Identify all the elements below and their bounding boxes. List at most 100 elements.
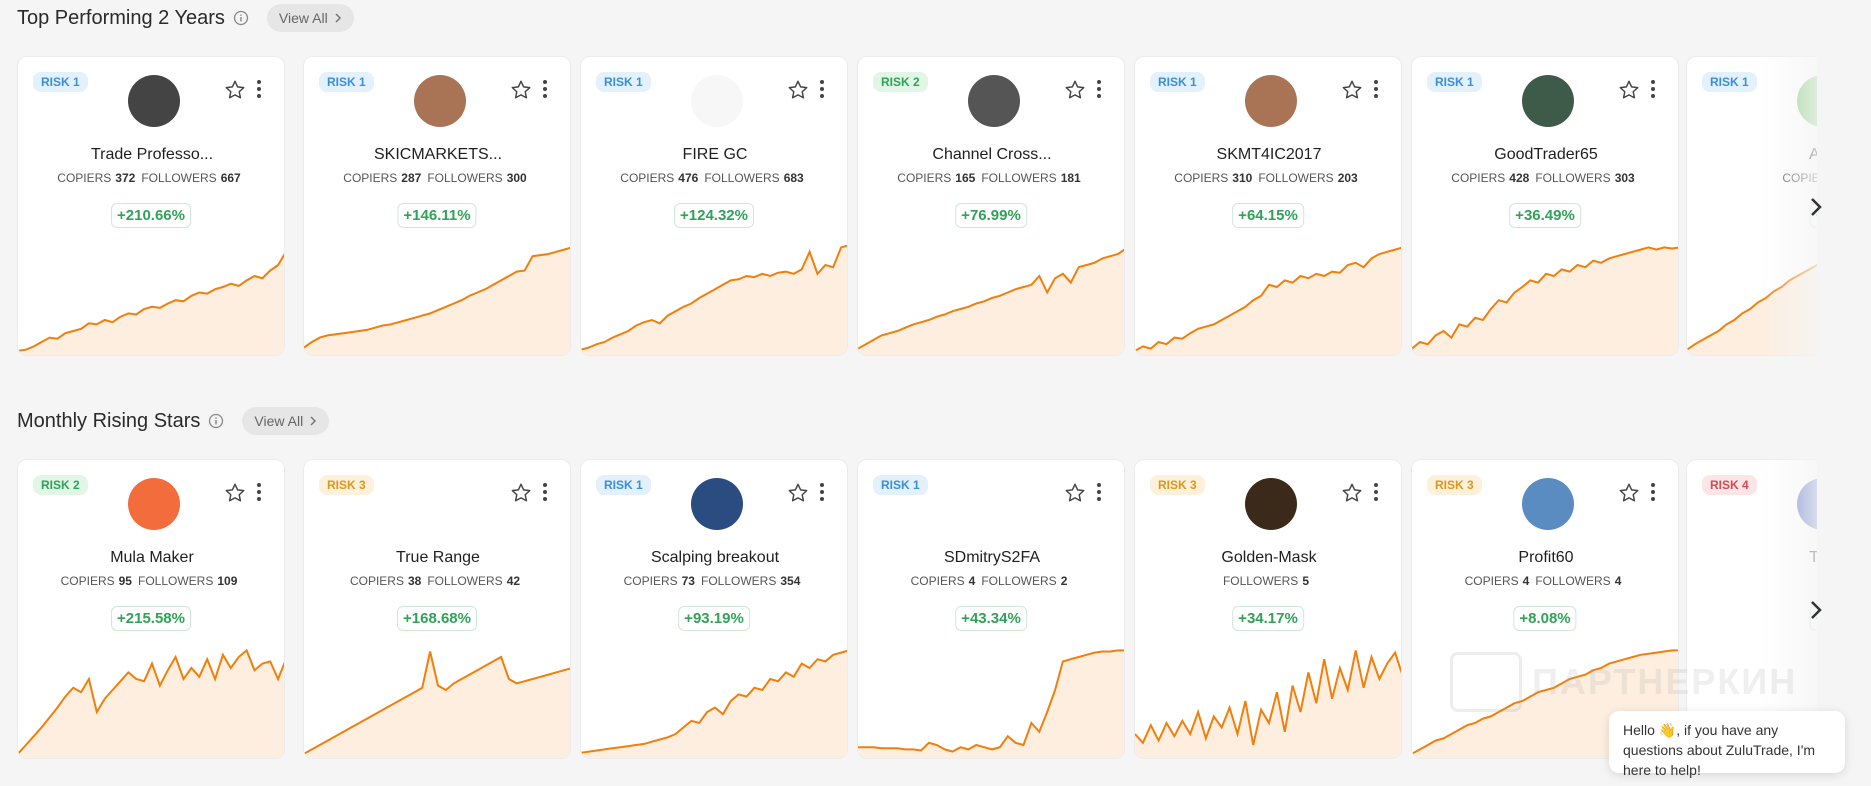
copiers-label: COPIERS: [1782, 171, 1817, 185]
followers-label: FOLLOWERS: [981, 171, 1057, 185]
avatar[interactable]: [691, 75, 743, 127]
followers-count: 683: [783, 171, 804, 185]
equity-chart: [858, 649, 1124, 758]
avatar[interactable]: [1245, 75, 1297, 127]
roi-badge: +124.32%: [674, 203, 754, 228]
trader-card[interactable]: RISK 1 Trade Professo... COPIERS 372 FOLLOWE…: [17, 56, 285, 356]
trader-name[interactable]: FIRE GC: [581, 146, 847, 164]
next-arrow-button[interactable]: [1802, 596, 1830, 624]
more-options-icon[interactable]: [542, 482, 548, 502]
star-icon[interactable]: [510, 482, 532, 504]
more-options-icon[interactable]: [1650, 482, 1656, 502]
star-icon[interactable]: [787, 482, 809, 504]
more-options-icon[interactable]: [819, 482, 825, 502]
more-options-icon[interactable]: [1096, 482, 1102, 502]
trader-card[interactable]: RISK 3 True Range COPIERS 38 FOLLOWERS 42 +168…: [303, 459, 571, 759]
more-options-icon[interactable]: [256, 482, 262, 502]
trader-name[interactable]: AM: [1687, 146, 1817, 164]
trader-stats: COPIERS 4 FOLLOWERS 4: [1412, 574, 1678, 588]
avatar[interactable]: [691, 478, 743, 530]
more-options-icon[interactable]: [256, 79, 262, 99]
avatar[interactable]: [968, 478, 1020, 530]
more-options-icon[interactable]: [1373, 482, 1379, 502]
trader-name[interactable]: Tra: [1687, 549, 1817, 567]
avatar[interactable]: [128, 75, 180, 127]
more-options-icon[interactable]: [542, 79, 548, 99]
star-icon[interactable]: [1618, 482, 1640, 504]
trader-name[interactable]: GoodTrader65: [1412, 146, 1678, 164]
watermark: ПАРТНЕРКИН: [1450, 652, 1797, 712]
star-icon[interactable]: [1064, 79, 1086, 101]
followers-count: 203: [1337, 171, 1358, 185]
avatar[interactable]: [414, 75, 466, 127]
trader-name[interactable]: SKMT4IC2017: [1135, 146, 1401, 164]
avatar[interactable]: [1245, 478, 1297, 530]
trader-name[interactable]: Scalping breakout: [581, 549, 847, 567]
roi-badge: +146.11%: [397, 203, 477, 228]
trader-name[interactable]: Channel Cross...: [858, 146, 1124, 164]
view-all-button[interactable]: View All: [266, 4, 354, 32]
trader-name[interactable]: Profit60: [1412, 549, 1678, 567]
trader-name[interactable]: SDmitryS2FA: [858, 549, 1124, 567]
roi-badge: +76.99%: [955, 203, 1027, 228]
trader-card[interactable]: RISK 1 SKICMARKETS... COPIERS 287 FOLLOWERS 3…: [303, 56, 571, 356]
trader-stats: COPIERS 310 FOLLOWERS 203: [1135, 171, 1401, 185]
next-arrow-button[interactable]: [1802, 193, 1830, 221]
star-icon[interactable]: [1341, 482, 1363, 504]
trader-card[interactable]: RISK 1 SDmitryS2FA COPIERS 4 FOLLOWERS 2 +43.3…: [857, 459, 1125, 759]
followers-count: 303: [1614, 171, 1635, 185]
trader-name[interactable]: Mula Maker: [18, 549, 284, 567]
info-icon[interactable]: [208, 413, 224, 429]
trader-card[interactable]: RISK 1 Scalping breakout COPIERS 73 FOLLOWER…: [580, 459, 848, 759]
chevron-right-icon: [1811, 198, 1822, 216]
trader-name[interactable]: True Range: [304, 549, 570, 567]
equity-chart: [18, 253, 284, 355]
followers-label: FOLLOWERS: [704, 171, 780, 185]
avatar[interactable]: [1522, 75, 1574, 127]
equity-chart: [18, 648, 284, 758]
trader-name[interactable]: Golden-Mask: [1135, 549, 1401, 567]
star-icon[interactable]: [1064, 482, 1086, 504]
star-icon[interactable]: [510, 79, 532, 101]
avatar[interactable]: [128, 478, 180, 530]
star-icon[interactable]: [787, 79, 809, 101]
avatar[interactable]: [1797, 75, 1817, 127]
trader-card[interactable]: RISK 2 Mula Maker COPIERS 95 FOLLOWERS 109 +21…: [17, 459, 285, 759]
trader-name[interactable]: SKICMARKETS...: [304, 146, 570, 164]
info-icon[interactable]: [233, 10, 249, 26]
trader-card[interactable]: RISK 3 Golden-Mask FOLLOWERS 5 +34.17%: [1134, 459, 1402, 759]
copiers-count: 95: [118, 574, 132, 588]
view-all-button[interactable]: View All: [242, 407, 330, 435]
followers-label: FOLLOWERS: [427, 171, 503, 185]
more-options-icon[interactable]: [1650, 79, 1656, 99]
risk-badge: RISK 1: [596, 475, 651, 495]
star-icon[interactable]: [224, 482, 246, 504]
more-options-icon[interactable]: [1373, 79, 1379, 99]
followers-label: FOLLOWERS: [1222, 574, 1299, 588]
more-options-icon[interactable]: [1096, 79, 1102, 99]
trader-name[interactable]: Trade Professo...: [18, 146, 284, 164]
avatar[interactable]: [1797, 478, 1817, 530]
followers-label: FOLLOWERS: [1535, 171, 1611, 185]
trader-card[interactable]: RISK 2 Channel Cross... COPIERS 165 FOLLOWER…: [857, 56, 1125, 356]
roi-badge: +8.08%: [1513, 606, 1577, 631]
trader-card[interactable]: RISK 1 GoodTrader65 COPIERS 428 FOLLOWERS 303…: [1411, 56, 1679, 356]
avatar[interactable]: [1522, 478, 1574, 530]
risk-badge: RISK 1: [873, 475, 928, 495]
roi-badge: +36.49%: [1509, 203, 1581, 228]
star-icon[interactable]: [1341, 79, 1363, 101]
more-options-icon[interactable]: [819, 79, 825, 99]
copiers-label: COPIERS: [1174, 171, 1229, 185]
trader-card[interactable]: RISK 1 SKMT4IC2017 COPIERS 310 FOLLOWERS 203 +…: [1134, 56, 1402, 356]
star-icon[interactable]: [1618, 79, 1640, 101]
avatar[interactable]: [414, 478, 466, 530]
avatar[interactable]: [968, 75, 1020, 127]
trader-card[interactable]: RISK 1AMCOPIERS28+: [1686, 56, 1817, 356]
chat-bubble[interactable]: Hello 👋, if you have any questions about…: [1609, 711, 1845, 778]
trader-card[interactable]: RISK 1 FIRE GC COPIERS 476 FOLLOWERS 683 +124.…: [580, 56, 848, 356]
trader-stats: COPIERS 165 FOLLOWERS 181: [858, 171, 1124, 185]
copiers-label: COPIERS: [60, 574, 115, 588]
card-row: RISK 2 Mula Maker COPIERS 95 FOLLOWERS 109 +21…: [17, 459, 1817, 759]
section-title: Top Performing 2 Years: [17, 6, 225, 29]
star-icon[interactable]: [224, 79, 246, 101]
